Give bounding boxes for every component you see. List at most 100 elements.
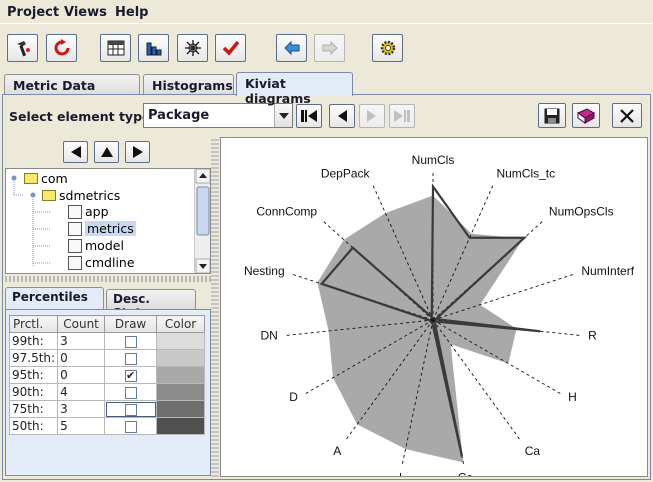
axis-label: NumOpsCls — [549, 205, 614, 219]
table-row[interactable]: 90th: 4 — [8, 383, 206, 401]
prctl-cell: 97.5th: — [8, 349, 59, 367]
panel-splitter[interactable] — [211, 137, 219, 477]
axis-label: NumCls — [412, 153, 455, 167]
tree-node-sdmetrics[interactable]: sdmetrics — [42, 188, 120, 203]
color-swatch[interactable] — [156, 349, 206, 367]
refresh-button[interactable] — [46, 34, 77, 62]
table-row[interactable]: 50th: 5 — [8, 417, 206, 435]
next-element-button[interactable] — [359, 104, 385, 128]
tab-desc-stats[interactable]: Desc. Stats. — [106, 289, 196, 320]
draw-checkbox[interactable] — [124, 386, 137, 399]
tab-kiviat-diagrams[interactable]: Kiviat diagrams — [236, 72, 353, 106]
first-element-button[interactable] — [296, 104, 322, 128]
axis-label: I — [399, 470, 402, 476]
back-button[interactable] — [276, 34, 307, 62]
count-cell: 4 — [57, 383, 106, 401]
draw-cell: ✔ — [104, 366, 158, 384]
tree-node-label: metrics — [85, 221, 136, 236]
refresh-icon — [54, 39, 69, 56]
toolbar — [0, 26, 653, 70]
prctl-cell: 75th: — [8, 400, 59, 418]
bar-chart-icon — [146, 42, 161, 56]
menu-views[interactable]: Views — [64, 5, 107, 20]
table-view-button[interactable] — [100, 34, 131, 62]
draw-checkbox[interactable] — [124, 420, 137, 433]
previous-element-button[interactable] — [329, 104, 355, 128]
chevron-down-icon[interactable] — [274, 104, 292, 127]
column-header-count[interactable]: Count — [57, 315, 106, 333]
color-swatch[interactable] — [156, 366, 206, 384]
prctl-cell: 90th: — [8, 383, 59, 401]
draw-checkbox[interactable] — [124, 403, 137, 416]
folder-icon — [24, 173, 38, 184]
tree-node-label: sdmetrics — [59, 188, 121, 203]
count-cell: 3 — [57, 332, 106, 350]
draw-cell — [104, 400, 158, 418]
help-button[interactable] — [572, 103, 600, 128]
tab-metric-data-tables[interactable]: Metric Data Tables — [4, 74, 140, 108]
next-icon — [367, 110, 376, 122]
histogram-view-button[interactable] — [138, 34, 169, 62]
tree-node-com[interactable]: com — [24, 171, 68, 186]
axis-label: H — [568, 390, 577, 404]
hammer-icon — [16, 41, 30, 57]
package-icon — [68, 221, 82, 236]
table-row[interactable]: 97.5th: 0 — [8, 349, 206, 367]
color-swatch[interactable] — [156, 400, 206, 418]
last-element-button[interactable] — [389, 104, 415, 128]
prctl-cell: 95th: — [8, 366, 59, 384]
tree-node-metrics[interactable]: metrics — [68, 221, 136, 236]
tab-histograms[interactable]: Histograms — [143, 74, 234, 95]
split-divider[interactable] — [5, 276, 211, 282]
draw-checkbox[interactable] — [124, 335, 137, 348]
menu-project[interactable]: Project — [7, 5, 59, 20]
tree-node-label: cmdline — [85, 255, 135, 270]
column-header-color[interactable]: Color — [156, 315, 206, 333]
color-swatch[interactable] — [156, 383, 206, 401]
tree-scrollbar[interactable] — [194, 169, 210, 273]
column-header-draw[interactable]: Draw — [104, 315, 158, 333]
table-row[interactable]: 95th: 0 ✔ — [8, 366, 206, 384]
tree-up-button[interactable] — [94, 141, 119, 163]
draw-checkbox[interactable]: ✔ — [124, 369, 137, 382]
draw-checkbox[interactable] — [124, 352, 137, 365]
close-button[interactable] — [612, 103, 642, 128]
kiviat-chart: NumCls NumCls_tc NumOpsCls NumInterf R H Ca Ce I… — [244, 153, 635, 482]
tab-percentiles[interactable]: Percentiles — [5, 287, 104, 309]
kiviat-view-button[interactable] — [177, 34, 208, 62]
column-header-prctl[interactable]: Prctl. — [8, 315, 59, 333]
tree-prev-button[interactable] — [63, 141, 88, 163]
element-type-select[interactable]: Package — [143, 103, 293, 128]
count-cell: 0 — [57, 349, 106, 367]
close-icon — [620, 108, 634, 123]
tree-node-label: com — [41, 171, 68, 186]
stats-tabs: Percentiles Desc. Stats. — [5, 287, 211, 320]
save-button[interactable] — [538, 103, 566, 128]
triangle-up-icon — [100, 147, 113, 157]
tree-node-app[interactable]: app — [68, 204, 109, 219]
axis-label: Ca — [525, 444, 541, 458]
axis-label: A — [333, 444, 341, 458]
count-cell: 5 — [57, 417, 106, 435]
previous-icon — [338, 110, 347, 122]
settings-button[interactable] — [372, 34, 403, 62]
tree-node-model[interactable]: model — [68, 238, 124, 253]
axis-label: R — [588, 328, 597, 342]
axis-label: Ce — [458, 470, 474, 476]
tree-node-cmdline[interactable]: cmdline — [68, 255, 135, 270]
rules-button[interactable] — [215, 34, 246, 62]
draw-cell — [104, 417, 158, 435]
table-row[interactable]: 75th: 3 — [8, 400, 206, 418]
floppy-disk-icon — [544, 108, 560, 123]
tree-node-label: app — [85, 204, 109, 219]
table-row[interactable]: 99th: 3 — [8, 332, 206, 350]
tree-next-button[interactable] — [125, 141, 150, 163]
axis-label: DepPack — [321, 166, 371, 180]
calculate-button[interactable] — [7, 34, 38, 62]
color-swatch[interactable] — [156, 417, 206, 435]
menu-help[interactable]: Help — [115, 5, 148, 20]
count-cell: 3 — [57, 400, 106, 418]
percentile-panel: Prctl. Count Draw Color 99th: 3 97.5th: 0 95… — [5, 309, 211, 476]
color-swatch[interactable] — [156, 332, 206, 350]
forward-button[interactable] — [314, 34, 345, 62]
